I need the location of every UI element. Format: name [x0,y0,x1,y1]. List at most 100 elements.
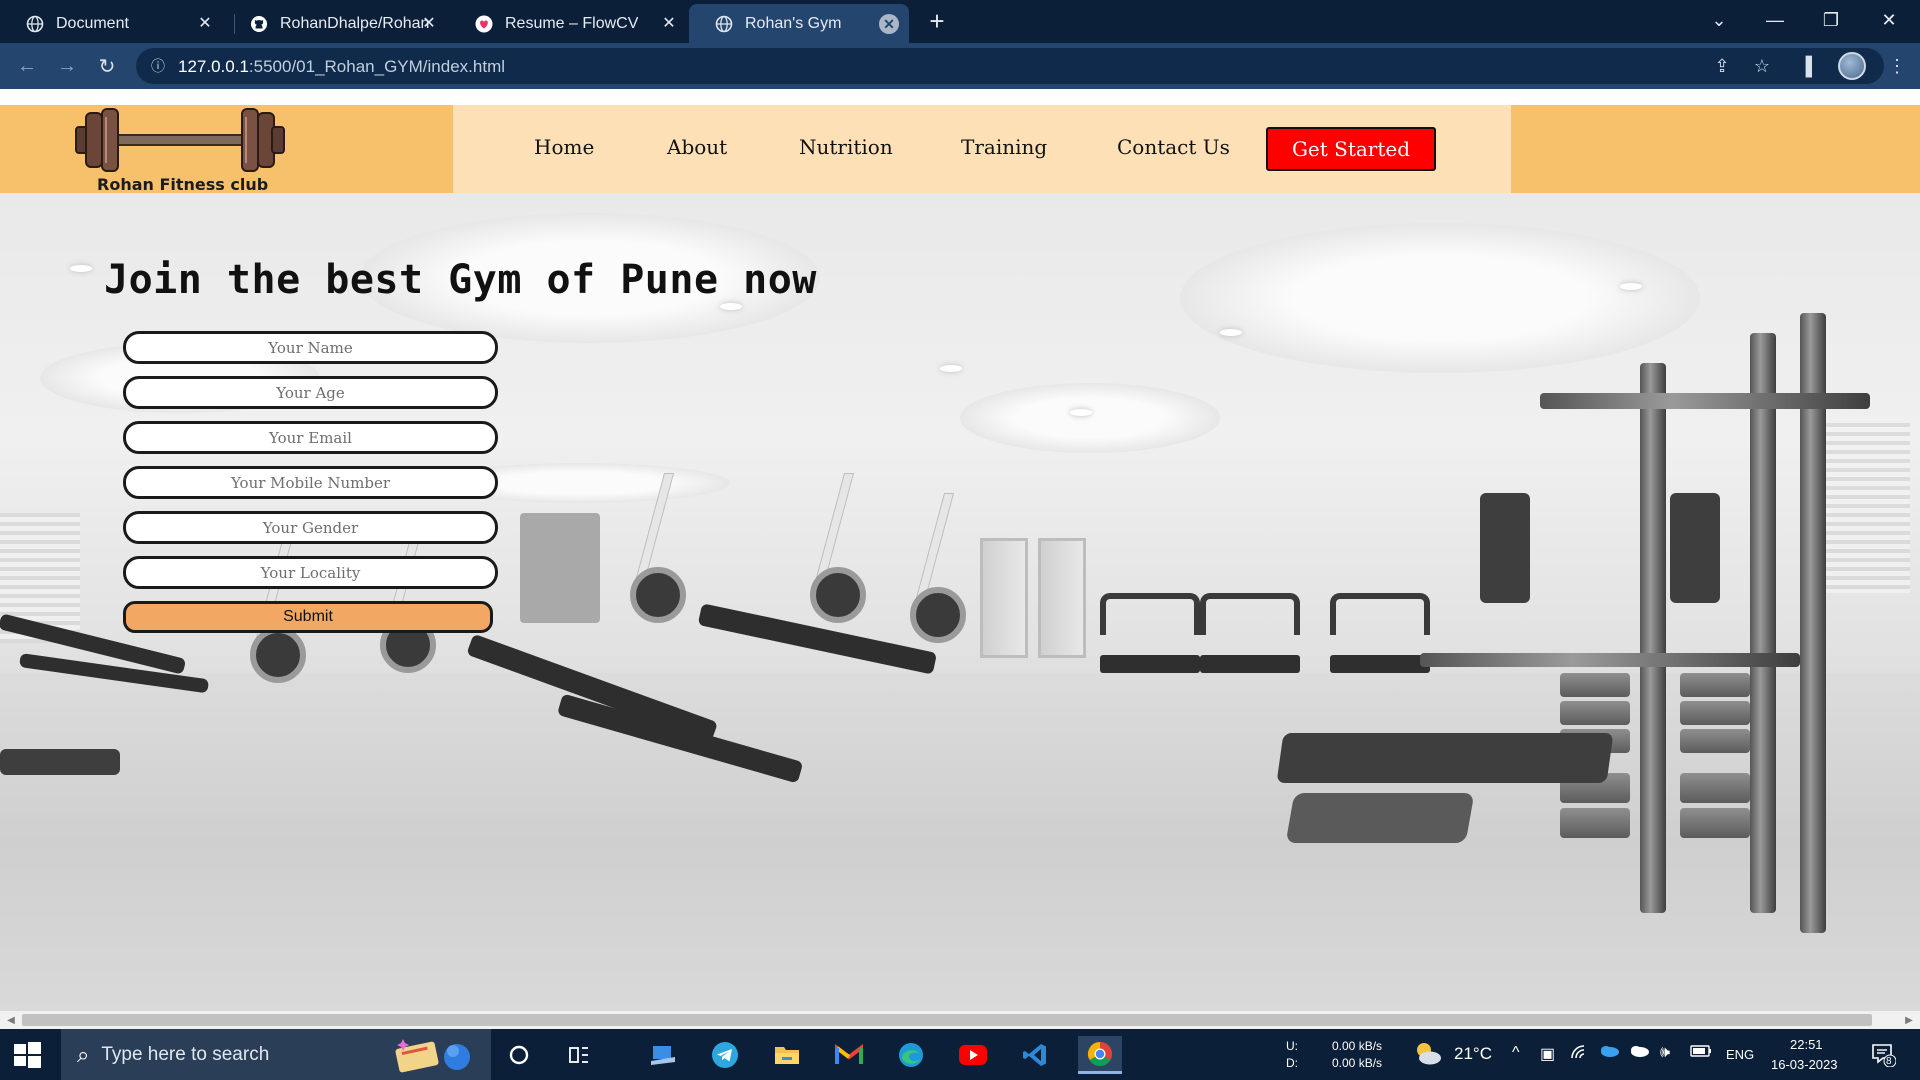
ceiling-light-ring [1180,223,1700,373]
exercise-bike [620,473,690,623]
notification-center-icon[interactable] [1870,1041,1897,1072]
share-icon[interactable]: ⇪ [1707,51,1737,81]
wifi-icon[interactable] [1570,1044,1588,1065]
back-arrow-icon[interactable]: ← [12,51,42,81]
minimize-icon[interactable]: — [1752,0,1798,40]
weight-plate [1680,808,1750,838]
nav-contact-us[interactable]: Contact Us [1117,135,1230,159]
taskbar-search[interactable]: ⌕ Type here to search [61,1029,491,1080]
browser-tab-strip: Document ✕ RohanDhalpe/Rohan- ✕ Resume –… [0,0,1920,43]
exercise-bike [800,473,870,623]
app-window-icon[interactable] [644,1036,682,1074]
close-window-icon[interactable]: ✕ [1866,0,1912,40]
locality-input[interactable] [123,556,498,589]
chevron-up-icon[interactable]: ^ [1512,1044,1520,1062]
get-started-button[interactable]: Get Started [1266,127,1436,171]
menu-dots-icon[interactable]: ⋮ [1882,51,1912,81]
tab-rohans-gym[interactable]: Rohan's Gym ✕ [689,4,909,43]
task-view-icon[interactable] [560,1036,598,1074]
cable-machine [520,513,600,623]
edge-icon[interactable] [892,1036,930,1074]
notification-count: 8 [1886,1056,1892,1067]
horizontal-scrollbar[interactable]: ◀ ▶ [0,1011,1920,1029]
side-panel-icon[interactable]: ▌ [1797,51,1827,81]
new-tab-button[interactable]: + [925,6,949,36]
profile-avatar[interactable] [1838,52,1866,80]
scroll-right-icon[interactable]: ▶ [1900,1011,1918,1029]
gym-floor [0,673,1920,1011]
tab-document[interactable]: Document ✕ [0,4,225,43]
meet-now-icon[interactable]: ▣ [1540,1044,1555,1064]
youtube-icon[interactable] [954,1036,992,1074]
url-text[interactable]: 127.0.0.1:5500/01_Rohan_GYM/index.html [178,57,505,77]
close-tab-icon[interactable]: ✕ [419,14,439,34]
leg-press-platform [1276,733,1614,783]
tab-title: Rohan's Gym [745,14,842,32]
gender-input[interactable] [123,511,498,544]
chrome-icon[interactable] [1078,1036,1122,1074]
flowcv-icon [475,15,493,33]
net-upload-rate: 0.00 kB/s [1332,1039,1383,1053]
logo-text: Rohan Fitness club [97,175,269,194]
site-info-icon[interactable]: ⓘ [148,56,168,76]
tab-search-chevron-icon[interactable]: ⌄ [1696,0,1742,40]
gym-rack-post [1750,333,1776,913]
onedrive-icon[interactable] [1598,1044,1620,1063]
nav-home[interactable]: Home [534,135,594,159]
hero-title: Join the best Gym of Pune now [104,257,817,303]
weight-plate [1560,701,1630,725]
temperature-text[interactable]: 21°C [1454,1044,1492,1064]
site-logo[interactable]: Rohan Fitness club [0,105,453,194]
language-indicator[interactable]: ENG [1726,1047,1754,1062]
volume-icon[interactable]: 🕪 [1660,1044,1670,1062]
windows-start-icon[interactable] [12,1040,42,1070]
cloud-icon[interactable] [1628,1044,1650,1063]
treadmill [1100,593,1200,673]
search-highlight-icon [395,1039,470,1073]
gmail-icon[interactable] [830,1036,868,1074]
weight-plate [1560,673,1630,697]
gym-door [980,538,1028,658]
email-input[interactable] [123,421,498,454]
weight-plate [1680,773,1750,803]
scroll-left-icon[interactable]: ◀ [2,1011,20,1029]
forward-arrow-icon[interactable]: → [52,51,82,81]
bookmark-star-icon[interactable]: ☆ [1747,51,1777,81]
machine-backrest [1480,493,1530,603]
nav-about[interactable]: About [667,135,727,159]
cortana-icon[interactable] [500,1036,538,1074]
submit-button[interactable]: Submit [123,601,493,633]
close-tab-icon[interactable]: ✕ [879,14,899,34]
nav-nutrition[interactable]: Nutrition [799,135,893,159]
ceiling-lamp [940,365,962,372]
restore-icon[interactable]: ❐ [1808,0,1854,40]
search-placeholder: Type here to search [101,1043,270,1065]
tab-title: RohanDhalpe/Rohan- [280,14,430,32]
telegram-icon[interactable] [706,1036,744,1074]
nav-training[interactable]: Training [961,135,1047,159]
scrollbar-thumb[interactable] [22,1014,1872,1026]
github-icon [250,15,268,33]
ceiling-lamp [720,303,742,310]
seat-pad [1285,793,1475,843]
windows-taskbar: ⌕ Type here to search U: D: 0.00 kB/s 0.… [0,1029,1920,1080]
battery-icon[interactable] [1690,1044,1712,1062]
exercise-bike [900,493,970,643]
clock-time[interactable]: 22:51 [1790,1037,1823,1052]
ceiling-lamp [1620,283,1642,290]
close-tab-icon[interactable]: ✕ [195,14,215,34]
file-explorer-icon[interactable] [768,1036,806,1074]
weight-plate [1680,673,1750,697]
weather-partly-cloudy-icon[interactable] [1412,1039,1444,1072]
close-tab-icon[interactable]: ✕ [659,14,679,34]
reload-icon[interactable]: ↻ [92,51,122,81]
clock-date[interactable]: 16-03-2023 [1771,1057,1838,1072]
name-input[interactable] [123,331,498,364]
tab-flowcv[interactable]: Resume – FlowCV ✕ [449,4,689,43]
tab-github[interactable]: RohanDhalpe/Rohan- ✕ [224,4,449,43]
address-bar[interactable]: ⓘ 127.0.0.1:5500/01_Rohan_GYM/index.html [136,48,1884,84]
browser-toolbar: ← → ↻ ⓘ 127.0.0.1:5500/01_Rohan_GYM/inde… [0,43,1920,89]
vscode-icon[interactable] [1016,1036,1054,1074]
mobile-number-input[interactable] [123,466,498,499]
age-input[interactable] [123,376,498,409]
